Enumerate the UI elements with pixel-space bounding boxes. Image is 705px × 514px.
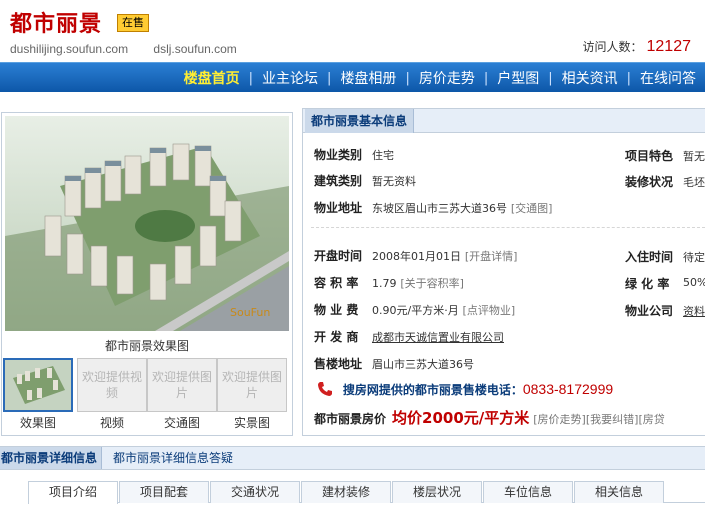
info-row-sales: 售楼地址 眉山市三苏大道36号 — [314, 354, 474, 374]
open-date-label: 开盘时间 — [314, 249, 363, 263]
nav-qa[interactable]: 在线问答 — [631, 68, 705, 88]
price-label: 都市丽景房价 — [314, 412, 387, 426]
pm-company-link[interactable]: 资料 — [683, 303, 705, 319]
fee-value: 0.90元/平方米·月 — [372, 304, 459, 317]
sales-phone-number: 0833-8172999 — [522, 381, 614, 397]
divider — [311, 227, 705, 228]
thumbnail-traffic-placeholder[interactable]: 欢迎提供图片 — [147, 358, 217, 412]
subtab-intro[interactable]: 项目介绍 — [28, 481, 118, 504]
visits-count: 12127 — [646, 38, 692, 55]
nav-forum[interactable]: 业主论坛 — [253, 68, 327, 88]
sales-address-label: 售楼地址 — [314, 357, 363, 371]
details-header-bar: 都市丽景详细信息 都市丽景详细信息答疑 — [0, 446, 705, 470]
nav-price-trend[interactable]: 房价走势 — [410, 68, 484, 88]
thumbnail-video-placeholder[interactable]: 欢迎提供视频 — [77, 358, 147, 412]
traffic-map-link[interactable]: [交通图] — [511, 202, 553, 215]
nav-album[interactable]: 楼盘相册 — [331, 68, 405, 88]
feature-value: 暂无 — [683, 150, 705, 163]
green-rate-label: 绿 化 率 — [625, 277, 670, 291]
site-urls: dushilijing.soufun.com dslj.soufun.com — [10, 42, 259, 56]
fee-label: 物 业 费 — [314, 303, 359, 317]
nav-home[interactable]: 楼盘首页 — [175, 68, 249, 88]
main-nav: 楼盘首页 | 业主论坛 | 楼盘相册 | 房价走势 | 户型图 | 相关资讯 |… — [0, 62, 705, 92]
arch-type-value: 暂无资料 — [372, 175, 416, 188]
pm-company-label: 物业公司 — [625, 304, 674, 318]
thumbnail-photo-placeholder[interactable]: 欢迎提供图片 — [217, 358, 287, 412]
price-row: 都市丽景房价 均价2000元/平方米 [房价走势][我要纠错][房贷 — [314, 407, 665, 428]
move-in-label: 入住时间 — [625, 250, 674, 264]
tab-detail-info[interactable]: 都市丽景详细信息 — [0, 447, 103, 469]
detail-subtabs: 项目介绍 项目配套 交通状况 建材装修 楼层状况 车位信息 相关信息 — [28, 481, 705, 504]
tab-detail-qa[interactable]: 都市丽景详细信息答疑 — [113, 447, 233, 469]
move-in-value: 待定 — [683, 251, 705, 264]
nav-floorplans[interactable]: 户型图 — [488, 68, 548, 88]
info-panel-header: 都市丽景基本信息 — [303, 109, 705, 133]
property-type-label: 物业类别 — [314, 148, 363, 162]
subtab-related[interactable]: 相关信息 — [574, 481, 664, 503]
url-secondary[interactable]: dslj.soufun.com — [153, 42, 236, 56]
address-label: 物业地址 — [314, 201, 363, 215]
far-label: 容 积 率 — [314, 276, 359, 290]
developer-label: 开 发 商 — [314, 330, 359, 344]
thumbnail-rendering[interactable] — [3, 358, 73, 412]
project-title: 都市丽景 — [10, 11, 103, 37]
review-property-link[interactable]: [点评物业] — [463, 304, 516, 317]
basic-info-panel: 都市丽景基本信息 物业类别 住宅 项目特色 暂无 建筑类别 暂无资料 装修状况 毛坯… — [302, 108, 705, 436]
sales-phone-label: 搜房网提供的都市丽景售楼电话： — [342, 383, 523, 397]
feature-label: 项目特色 — [625, 149, 674, 163]
main-rendering-image[interactable]: SouFun — [5, 116, 289, 331]
green-rate-value: 50% — [683, 276, 705, 289]
decoration-value: 毛坯 — [683, 176, 705, 189]
thumbnail-caption[interactable]: 实景图 — [217, 414, 287, 431]
sales-address-value: 眉山市三苏大道36号 — [372, 358, 474, 371]
price-value: 均价2000元/平方米 — [392, 409, 530, 427]
property-type-value: 住宅 — [372, 149, 394, 162]
info-row-developer: 开 发 商成都市天诚信置业有限公司 — [314, 327, 504, 347]
subtab-facilities[interactable]: 项目配套 — [119, 481, 209, 503]
arch-type-label: 建筑类别 — [314, 174, 363, 188]
photo-gallery: SouFun 都市丽景效果图 欢迎提供视频 欢迎提供图片 欢迎提供图片 效果图 … — [1, 112, 293, 436]
thumbnail-caption[interactable]: 视频 — [77, 414, 147, 431]
info-row-address: 物业地址 东坡区眉山市三苏大道36号 [交通图] — [314, 198, 552, 218]
info-row-type: 物业类别 住宅 — [314, 145, 394, 165]
price-trend-link[interactable]: [房价走势] — [533, 413, 586, 426]
info-row-open: 开盘时间 2008年01月01日 [开盘详情] — [314, 246, 517, 266]
soufun-watermark: SouFun — [230, 306, 270, 319]
thumbnail-caption[interactable]: 交通图 — [147, 414, 217, 431]
subtab-floors[interactable]: 楼层状况 — [392, 481, 482, 503]
info-row-arch: 建筑类别 暂无资料 — [314, 171, 416, 191]
visits-label: 访问人数： — [582, 40, 643, 54]
url-primary[interactable]: dushilijing.soufun.com — [10, 42, 128, 56]
developer-link[interactable]: 成都市天诚信置业有限公司 — [372, 331, 504, 344]
subtab-materials[interactable]: 建材装修 — [301, 481, 391, 503]
subtab-traffic[interactable]: 交通状况 — [210, 481, 300, 503]
mortgage-link[interactable]: [房贷 — [638, 413, 664, 426]
status-badge: 在售 — [117, 14, 149, 32]
info-panel-title: 都市丽景基本信息 — [305, 109, 415, 133]
info-row-far: 容 积 率 1.79 [关于容积率] — [314, 273, 464, 293]
address-value: 东坡区眉山市三苏大道36号 — [372, 202, 507, 215]
subtab-parking[interactable]: 车位信息 — [483, 481, 573, 503]
sales-phone-row: 搜房网提供的都市丽景售楼电话：0833-8172999 — [317, 381, 613, 401]
thumbnail-caption[interactable]: 效果图 — [3, 414, 73, 431]
info-row-fee: 物 业 费 0.90元/平方米·月 [点评物业] — [314, 300, 515, 320]
open-date-value: 2008年01月01日 — [372, 250, 461, 263]
phone-icon — [317, 382, 337, 397]
open-details-link[interactable]: [开盘详情] — [465, 250, 518, 263]
about-far-link[interactable]: [关于容积率] — [400, 277, 464, 290]
decoration-label: 装修状况 — [625, 175, 674, 189]
far-value: 1.79 — [372, 277, 397, 290]
report-error-link[interactable]: [我要纠错] — [586, 413, 639, 426]
main-image-caption: 都市丽景效果图 — [104, 339, 189, 353]
site-header: 都市丽景 在售 dushilijing.soufun.com dslj.souf… — [0, 0, 705, 62]
nav-news[interactable]: 相关资讯 — [553, 68, 627, 88]
visit-counter: 访问人数： 12127 — [582, 38, 691, 56]
